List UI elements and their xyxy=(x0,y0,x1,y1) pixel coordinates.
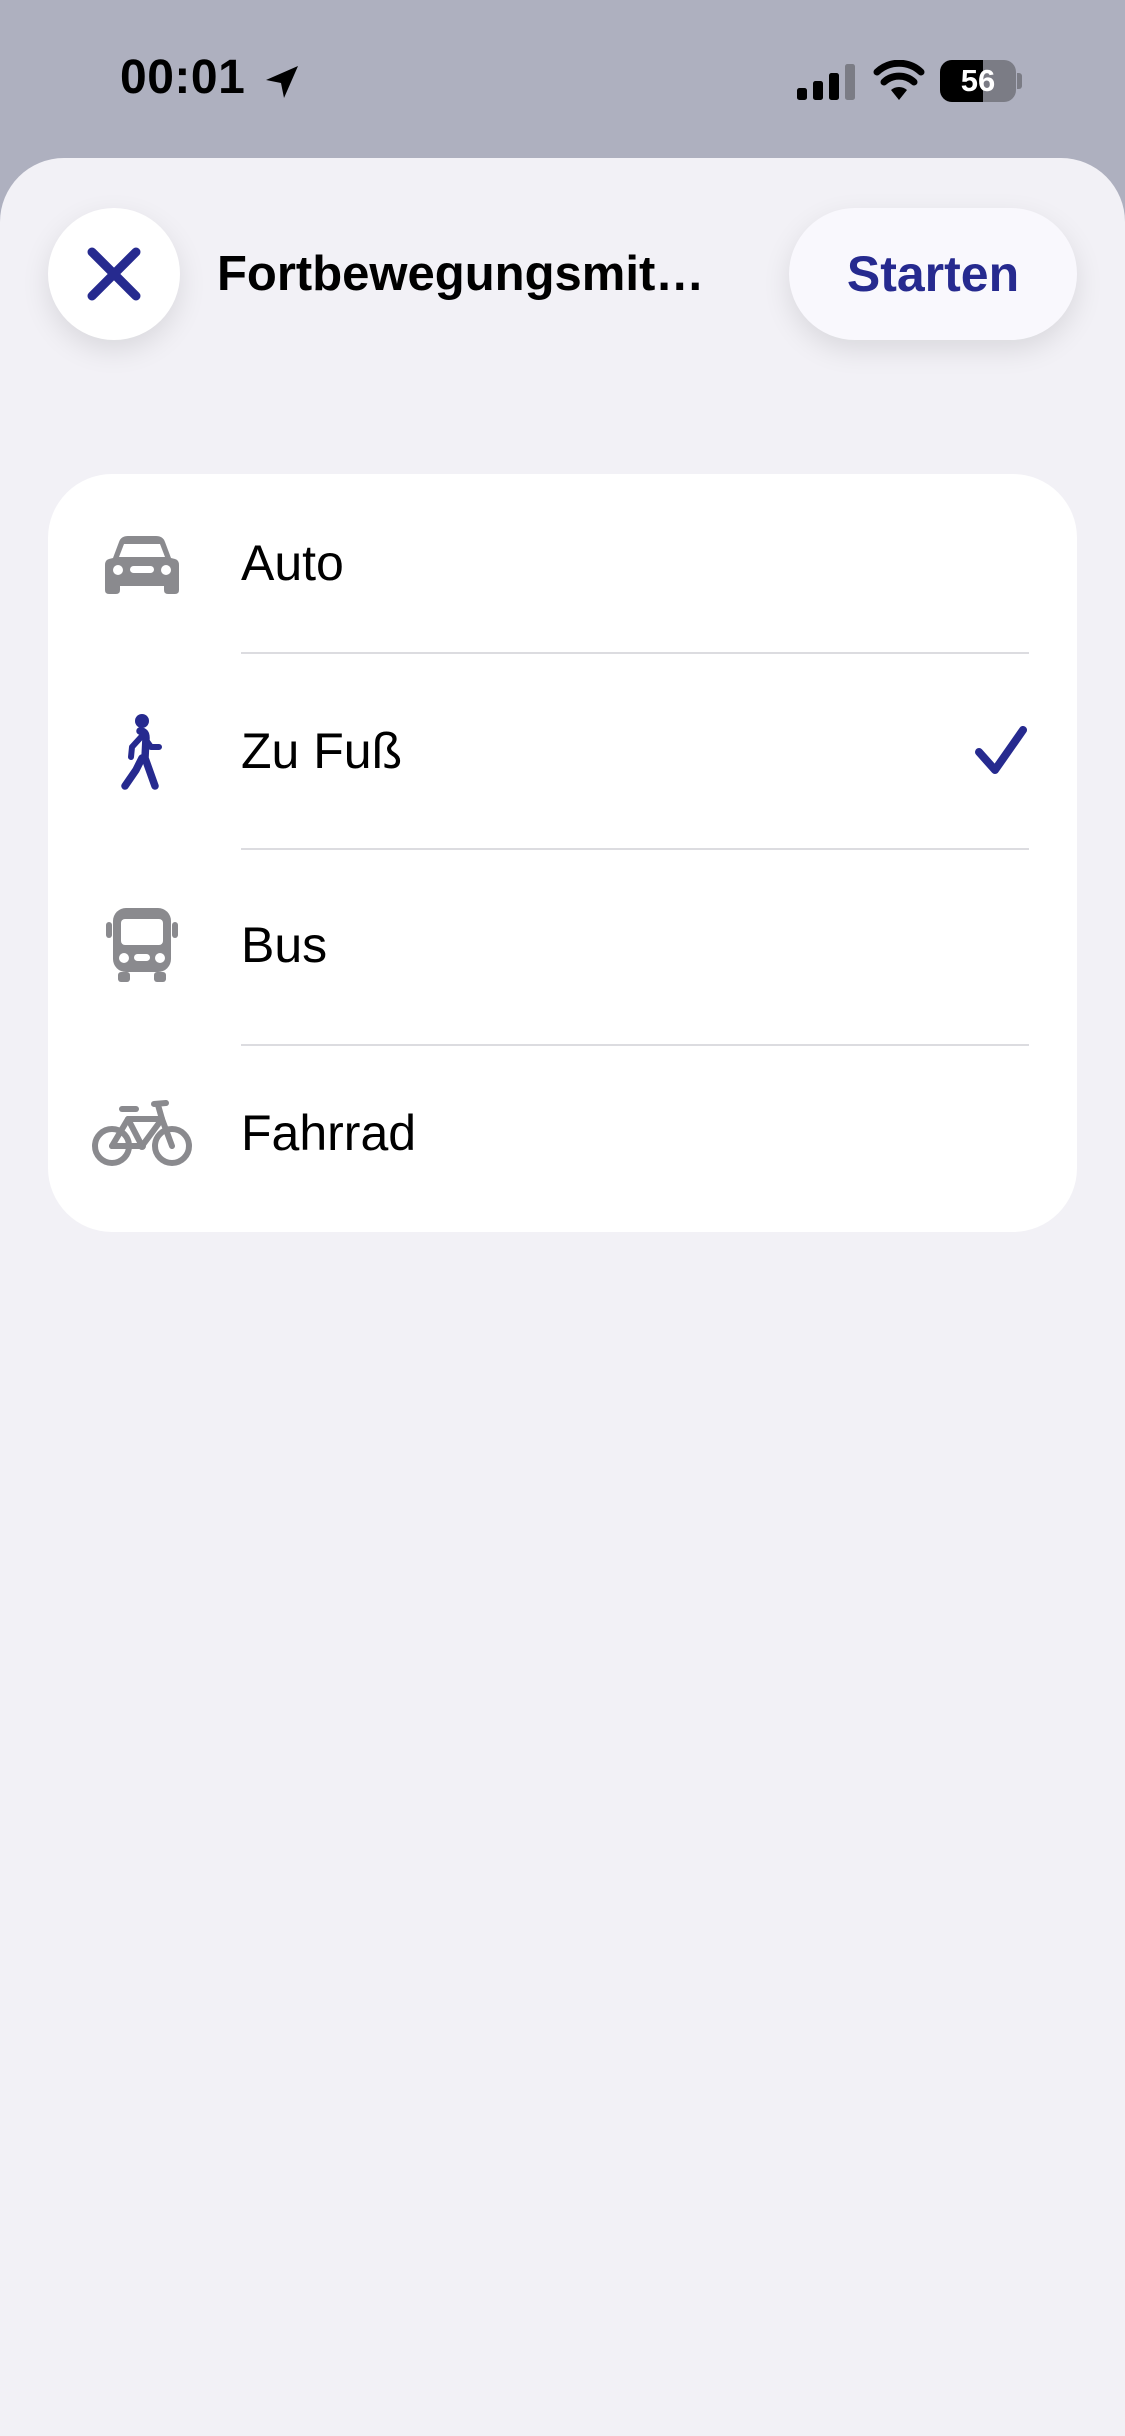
bus-icon-wrapper xyxy=(92,906,192,982)
close-button[interactable] xyxy=(48,208,180,340)
battery-icon: 56 xyxy=(940,60,1022,102)
bus-icon xyxy=(106,908,178,982)
battery-level: 56 xyxy=(960,63,996,98)
cellular-signal-icon xyxy=(797,64,855,100)
option-label-zu-fuss: Zu Fuß xyxy=(241,723,403,779)
option-zu-fuss[interactable]: Zu Fuß xyxy=(48,654,1077,850)
option-auto[interactable]: Auto xyxy=(48,474,1077,654)
car-icon-wrapper xyxy=(92,532,192,596)
start-button[interactable]: Starten xyxy=(789,208,1077,340)
car-icon xyxy=(105,536,179,594)
option-bus[interactable]: Bus xyxy=(48,850,1077,1046)
walking-icon-wrapper xyxy=(92,710,192,794)
option-label-auto: Auto xyxy=(241,535,344,591)
option-label-fahrrad: Fahrrad xyxy=(241,1105,417,1161)
battery-body: 56 xyxy=(940,60,1016,102)
walking-icon xyxy=(121,714,162,790)
bicycle-icon xyxy=(92,1100,192,1166)
transport-option-list: Auto Zu Fuß Bus Fahrrad xyxy=(48,474,1077,1232)
option-label-bus: Bus xyxy=(241,917,328,973)
wifi-icon xyxy=(873,60,925,100)
sheet-title: Fortbewegungsmit… xyxy=(217,247,705,301)
option-fahrrad[interactable]: Fahrrad xyxy=(48,1046,1077,1232)
close-icon xyxy=(87,247,141,301)
bicycle-icon-wrapper xyxy=(92,1098,192,1168)
status-bar: 00:01 56 xyxy=(0,0,1125,160)
checkmark-icon xyxy=(975,726,1027,774)
transport-mode-sheet: Fortbewegungsmit… Starten Auto Zu Fuß Bu… xyxy=(0,158,1125,2436)
location-arrow-icon xyxy=(266,66,298,98)
status-time: 00:01 xyxy=(120,51,246,104)
battery-cap xyxy=(1017,73,1022,89)
